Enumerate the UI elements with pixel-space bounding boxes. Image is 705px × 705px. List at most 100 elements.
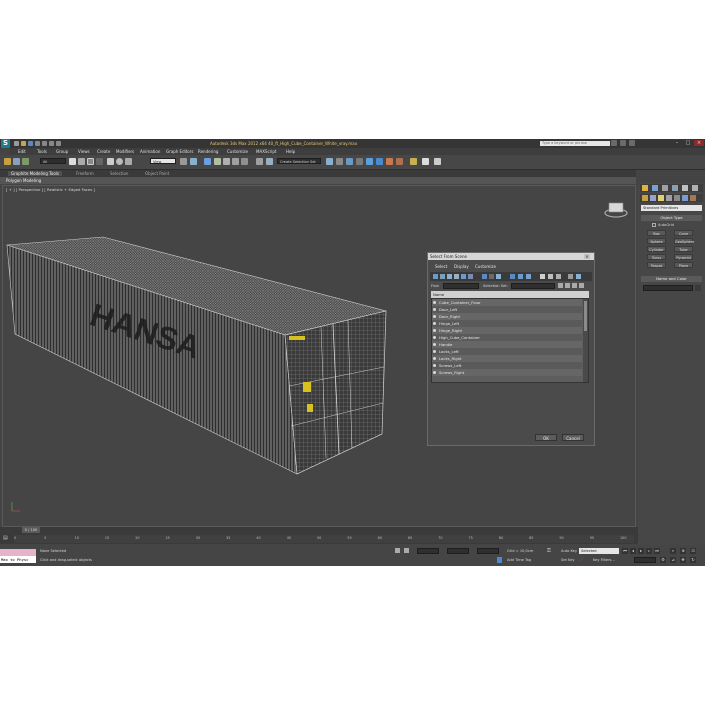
cylinder-button[interactable]: Cylinder — [647, 246, 666, 252]
bind-space-warp-icon[interactable] — [22, 158, 29, 165]
select-none-icon[interactable] — [548, 274, 553, 279]
motion-tab-icon[interactable] — [672, 185, 678, 191]
set-key-button[interactable]: Set Key — [561, 558, 575, 562]
select-children-icon[interactable] — [565, 283, 570, 288]
keyboard-shortcut-icon[interactable] — [204, 158, 211, 165]
select-dependents-icon[interactable] — [558, 283, 563, 288]
rotate-icon[interactable] — [116, 158, 123, 165]
hierarchy-icon[interactable] — [576, 274, 581, 279]
minimize-button[interactable]: – — [672, 140, 682, 146]
list-item[interactable]: Door_Right — [432, 313, 582, 320]
menu-maxscript[interactable]: MAXScript — [256, 149, 277, 154]
cone-button[interactable]: Cone — [674, 230, 693, 236]
frame-counter[interactable]: 0 / 100 — [22, 527, 40, 533]
schematic-view-icon[interactable] — [366, 158, 373, 165]
menu-tools[interactable]: Tools — [37, 149, 47, 154]
list-scrollbar[interactable] — [583, 299, 588, 382]
cancel-button[interactable]: Cancel — [562, 434, 584, 441]
display-helpers-icon[interactable] — [461, 274, 466, 279]
menu-animation[interactable]: Animation — [140, 149, 160, 154]
display-cameras-icon[interactable] — [454, 274, 459, 279]
list-item[interactable]: Locks_Right — [432, 355, 582, 362]
display-geometry-icon[interactable] — [433, 274, 438, 279]
column-header-name[interactable]: Name — [431, 291, 589, 298]
angle-snap-icon[interactable] — [223, 158, 230, 165]
list-item[interactable]: Cube_Container_Floor — [432, 299, 582, 306]
scale-icon[interactable] — [125, 158, 132, 165]
pyramid-button[interactable]: Pyramid — [674, 254, 693, 260]
display-groups-icon[interactable] — [482, 274, 487, 279]
select-link-icon[interactable] — [4, 158, 11, 165]
display-all-icon[interactable] — [510, 274, 515, 279]
pan-view-icon[interactable]: ✥ — [680, 557, 686, 563]
list-item[interactable]: Hinge_Right — [432, 327, 582, 334]
object-color-swatch[interactable] — [695, 285, 701, 291]
selection-set-dropdown[interactable] — [511, 283, 555, 289]
dialog-menu-display[interactable]: Display — [454, 264, 469, 269]
zoom-extents-icon[interactable]: ⊡ — [690, 548, 696, 554]
tube-button[interactable]: Tube — [674, 246, 693, 252]
helpers-icon[interactable] — [674, 195, 680, 201]
x-coordinate-field[interactable] — [417, 548, 439, 554]
help-icon[interactable] — [629, 140, 635, 146]
play-icon[interactable]: ▸ — [638, 548, 644, 554]
percent-snap-icon[interactable] — [232, 158, 239, 165]
new-file-icon[interactable] — [14, 141, 19, 146]
list-item[interactable]: Hinge_Left — [432, 320, 582, 327]
tab-freeform[interactable]: Freeform — [76, 171, 94, 176]
time-slider[interactable]: 0 / 100 ▤ 0 5 10 15 20 25 30 35 40 45 50 55 60 65 70 75… — [0, 527, 638, 544]
space-warps-icon[interactable] — [682, 195, 688, 201]
object-type-rollout[interactable]: Object Type — [641, 215, 702, 221]
dialog-close-icon[interactable]: × — [584, 254, 590, 259]
named-selection-sets-dropdown[interactable]: Create Selection Set — [277, 158, 321, 164]
layer-manager-icon[interactable] — [336, 158, 343, 165]
sort-icon[interactable] — [572, 283, 577, 288]
display-bones-icon[interactable] — [496, 274, 501, 279]
menu-graph-editors[interactable]: Graph Editors — [166, 149, 193, 154]
object-name-input[interactable] — [643, 285, 693, 291]
sphere-button[interactable]: Sphere — [647, 238, 666, 244]
auto-key-mode-dropdown[interactable]: Selected — [579, 548, 619, 554]
move-icon[interactable] — [107, 158, 114, 165]
list-options-icon[interactable] — [579, 283, 584, 288]
auto-key-button[interactable]: Auto Key — [561, 549, 577, 553]
name-and-color-rollout[interactable]: Name and Color — [641, 276, 702, 282]
fetch-icon[interactable] — [56, 141, 61, 146]
geometry-icon[interactable] — [642, 195, 648, 201]
dialog-menu-select[interactable]: Select — [435, 264, 447, 269]
search-input[interactable]: Type a keyword or phrase — [540, 141, 610, 146]
list-item[interactable]: Door_Left — [432, 306, 582, 313]
maxscript-mini-input[interactable]: Max to Physc — [0, 556, 36, 563]
field-of-view-icon[interactable]: ⊿ — [670, 557, 676, 563]
geosphere-button[interactable]: GeoSphere — [674, 238, 694, 244]
zoom-all-icon[interactable]: ⊕ — [680, 548, 686, 554]
box-button[interactable]: Box — [647, 230, 666, 236]
plane-button[interactable]: Plane — [674, 262, 693, 268]
manipulate-icon[interactable] — [190, 158, 197, 165]
select-by-name-icon[interactable] — [78, 158, 85, 165]
edit-named-sets-icon[interactable] — [256, 158, 263, 165]
tab-object-paint[interactable]: Object Paint — [145, 171, 169, 176]
save-file-icon[interactable] — [28, 141, 33, 146]
teapot-button[interactable]: Teapot — [647, 262, 666, 268]
redo-icon[interactable] — [42, 141, 47, 146]
star-icon[interactable] — [620, 140, 626, 146]
z-coordinate-field[interactable] — [477, 548, 499, 554]
go-to-start-icon[interactable]: ⏮ — [622, 548, 628, 554]
list-item[interactable]: Locks_Left — [432, 348, 582, 355]
y-coordinate-field[interactable] — [447, 548, 469, 554]
select-all-icon[interactable] — [540, 274, 545, 279]
time-tag-icon[interactable] — [497, 557, 502, 563]
menu-create[interactable]: Create — [97, 149, 110, 154]
shapes-icon[interactable] — [650, 195, 656, 201]
current-frame-field[interactable] — [634, 557, 656, 563]
rect-selection-icon[interactable] — [87, 158, 94, 165]
find-input[interactable] — [443, 283, 479, 289]
primitive-category-dropdown[interactable]: Standard Primitives — [641, 205, 702, 211]
spinner-snap-icon[interactable] — [241, 158, 248, 165]
trackbar-icon[interactable]: ▤ — [3, 535, 10, 542]
undo-icon[interactable] — [35, 141, 40, 146]
dialog-menu-customize[interactable]: Customize — [475, 264, 496, 269]
key-filters-button[interactable]: Key Filters... — [593, 558, 615, 562]
menu-rendering[interactable]: Rendering — [198, 149, 218, 154]
